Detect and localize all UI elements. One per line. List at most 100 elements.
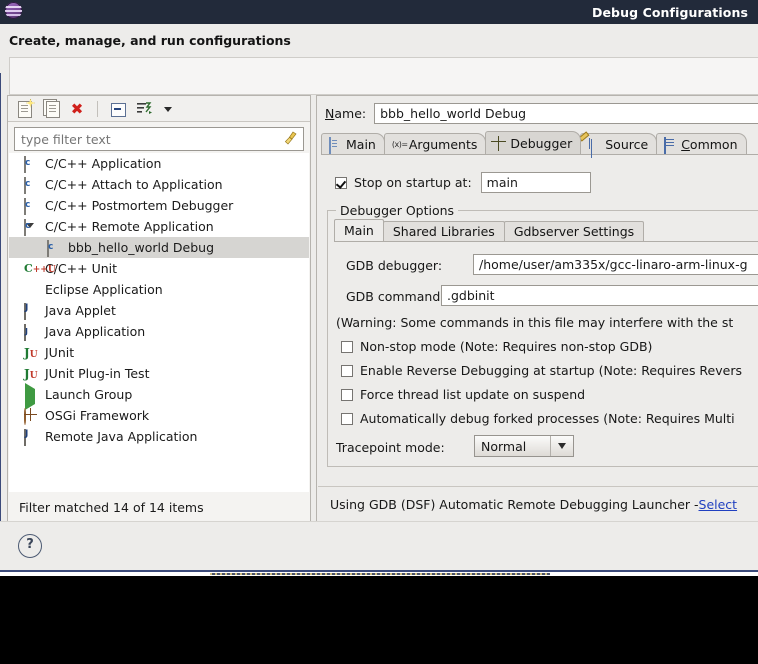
tree-item-label: JUnit Plug-in Test [45,366,150,381]
chevron-down-icon[interactable] [160,99,180,119]
background-window-strip [210,573,550,575]
tree-item-8[interactable]: Java Application [9,321,309,342]
dialog-header: Create, manage, and run configurations [0,24,758,95]
remote-java-icon [24,428,40,446]
tree-item-7[interactable]: Java Applet [9,300,309,321]
tree-item-6[interactable]: Eclipse Application [9,279,309,300]
configurations-toolbar: ✖ [8,96,310,122]
java-applet-icon [24,302,40,320]
inner-tab-label: Gdbserver Settings [513,224,635,239]
launcher-text: Using GDB (DSF) Automatic Remote Debuggi… [330,496,699,512]
reverse-debugging-row: Enable Reverse Debugging at startup (Not… [341,363,742,378]
inner-tab-label: Main [344,223,374,238]
non-stop-mode-checkbox[interactable] [341,340,353,353]
filter-box[interactable] [14,127,304,151]
tree-item-3[interactable]: C/C++ Remote Application [9,216,309,237]
tracepoint-mode-select[interactable]: Normal [474,435,574,457]
new-config-icon[interactable] [15,99,35,119]
non-stop-mode-row: Non-stop mode (Note: Requires non-stop G… [341,339,652,354]
launcher-status-bar: Using GDB (DSF) Automatic Remote Debuggi… [318,486,758,521]
delete-icon[interactable]: ✖ [67,99,87,119]
name-row: Name: [317,96,758,124]
tab-label: Main [346,136,376,152]
config-tab-bar: Main (x)= Arguments Debugger Source Comm… [321,131,758,155]
force-thread-update-row: Force thread list update on suspend [341,387,585,402]
bug-icon [493,137,506,150]
debugger-options-tab-bar: Main Shared Libraries Gdbserver Settings [334,219,758,242]
help-button[interactable]: ? [18,534,42,558]
tree-item-bbb-hello-world-debug[interactable]: bbb_hello_world Debug [9,237,309,258]
tree-item-label: C/C++ Postmortem Debugger [45,198,234,213]
tab-main[interactable]: Main [321,133,385,154]
reverse-debugging-checkbox[interactable] [341,364,353,377]
inner-tab-label: Shared Libraries [392,224,495,239]
c-app-icon [47,239,63,257]
tab-debugger[interactable]: Debugger [485,131,582,154]
junit-icon: JU [24,345,38,360]
c-app-icon [24,176,40,194]
debugger-tab-content: Stop on startup at: main Debugger Option… [317,155,758,467]
java-application-icon [24,323,40,341]
configuration-editor: Name: Main (x)= Arguments Debugger [316,95,758,523]
auto-debug-forked-checkbox[interactable] [341,412,353,425]
tab-common[interactable]: Common [656,133,747,154]
tab-label: Source [605,136,649,152]
tree-item-13[interactable]: Remote Java Application [9,426,309,447]
tab-label: Arguments [408,136,478,152]
search-input[interactable] [15,130,273,148]
stop-on-startup-input[interactable]: main [480,172,591,193]
tree-item-10[interactable]: JU JUnit Plug-in Test [9,363,309,384]
tree-item-label: Eclipse Application [45,282,163,297]
tree-item-label: C/C++ Application [45,156,162,171]
dialog-body: ✖ type filter text c C/C++ Application c… [0,88,758,572]
tree-item-9[interactable]: JU JUnit [9,342,309,363]
common-icon [664,136,677,154]
configurations-tree[interactable]: C/C++ Application C/C++ Attach to Applic… [9,153,309,492]
osgi-icon [24,407,40,425]
window-title: Debug Configurations [591,4,748,20]
gdb-debugger-input[interactable]: /home/user/am335x/gcc-linaro-arm-linux-g [473,254,758,275]
inner-tab-shared-libraries[interactable]: Shared Libraries [382,221,505,241]
tree-item-label: JUnit [45,345,75,360]
auto-debug-forked-label: Automatically debug forked processes (No… [360,411,735,426]
tab-label: Debugger [510,135,573,151]
tree-item-label: Java Applet [45,303,116,318]
launch-group-icon [24,382,40,410]
arguments-icon: (x)= [391,139,408,149]
stop-on-startup-checkbox[interactable] [335,176,347,189]
gdb-debugger-row: GDB debugger: [346,258,442,273]
tree-item-5[interactable]: C++U C/C++ Unit [9,258,309,279]
tree-item-12[interactable]: OSGi Framework [9,405,309,426]
collapse-all-icon[interactable] [108,99,128,119]
debug-configurations-dialog: Debug Configurations Create, manage, and… [0,0,758,572]
tree-item-label: C/C++ Attach to Application [45,177,223,192]
tree-item-1[interactable]: C/C++ Attach to Application [9,174,309,195]
duplicate-icon[interactable] [41,98,61,119]
config-name-input[interactable] [374,103,758,124]
debugger-options-group: Debugger Options Main Shared Libraries G… [327,203,758,467]
toolbar-separator [97,100,98,117]
select-launcher-link[interactable]: Select [699,497,738,512]
force-thread-update-checkbox[interactable] [341,388,353,401]
tree-item-2[interactable]: C/C++ Postmortem Debugger [9,195,309,216]
tab-source[interactable]: Source [580,133,658,154]
configurations-pane: ✖ type filter text c C/C++ Application c… [7,95,311,523]
stop-on-startup-label: Stop on startup at: [354,175,472,190]
c-app-icon [24,197,40,215]
tree-item-label: OSGi Framework [45,408,150,423]
c-app-icon [24,155,40,173]
source-icon [588,138,601,151]
tab-label: Common [681,136,738,152]
broom-icon[interactable] [282,130,298,150]
inner-tab-main[interactable]: Main [334,219,384,241]
page-title: Create, manage, and run configurations [9,33,291,48]
tree-item-0[interactable]: C/C++ Application [9,153,309,174]
inner-tab-gdbserver-settings[interactable]: Gdbserver Settings [503,221,645,241]
tab-arguments[interactable]: (x)= Arguments [383,133,487,154]
filter-icon[interactable] [134,99,154,119]
reverse-debugging-label: Enable Reverse Debugging at startup (Not… [360,363,742,378]
chevron-down-icon[interactable] [550,436,573,456]
auto-debug-forked-row: Automatically debug forked processes (No… [341,411,735,426]
gdb-command-file-input[interactable]: .gdbinit [441,285,758,306]
tree-item-11[interactable]: Launch Group [9,382,309,410]
